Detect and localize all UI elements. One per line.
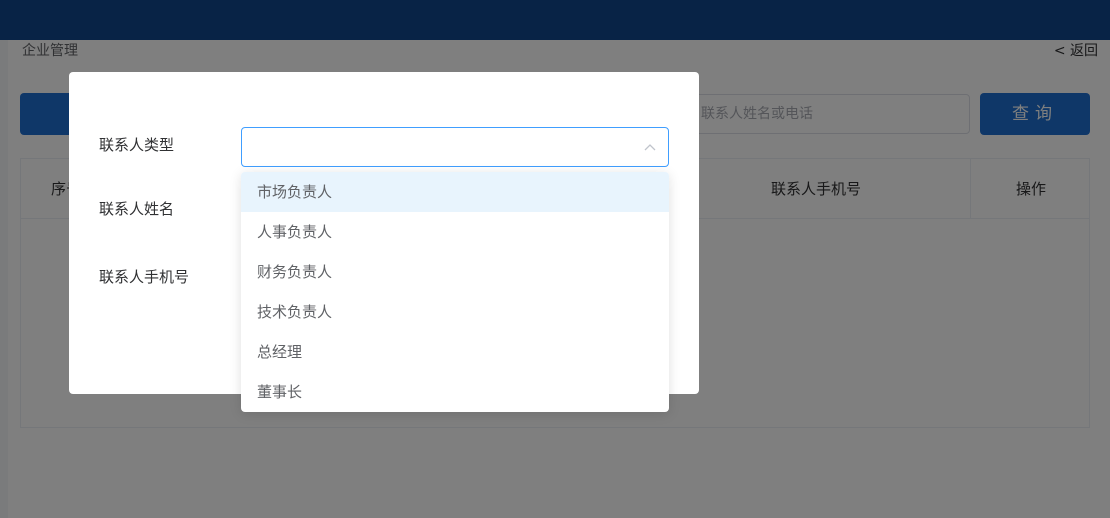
contact-type-select[interactable] (241, 127, 669, 167)
contact-phone-label: 联系人手机号 (99, 268, 190, 286)
contact-name-label: 联系人姓名 (99, 200, 175, 218)
option-hr-manager[interactable]: 人事负责人 (241, 212, 669, 252)
contact-type-label: 联系人类型 (99, 136, 175, 154)
contact-type-dropdown: 市场负责人 人事负责人 财务负责人 技术负责人 总经理 董事长 (241, 172, 669, 412)
option-chairman[interactable]: 董事长 (241, 372, 669, 412)
option-finance-manager[interactable]: 财务负责人 (241, 252, 669, 292)
option-general-manager[interactable]: 总经理 (241, 332, 669, 372)
option-tech-manager[interactable]: 技术负责人 (241, 292, 669, 332)
option-market-manager[interactable]: 市场负责人 (241, 172, 669, 212)
chevron-up-icon[interactable] (642, 139, 658, 155)
